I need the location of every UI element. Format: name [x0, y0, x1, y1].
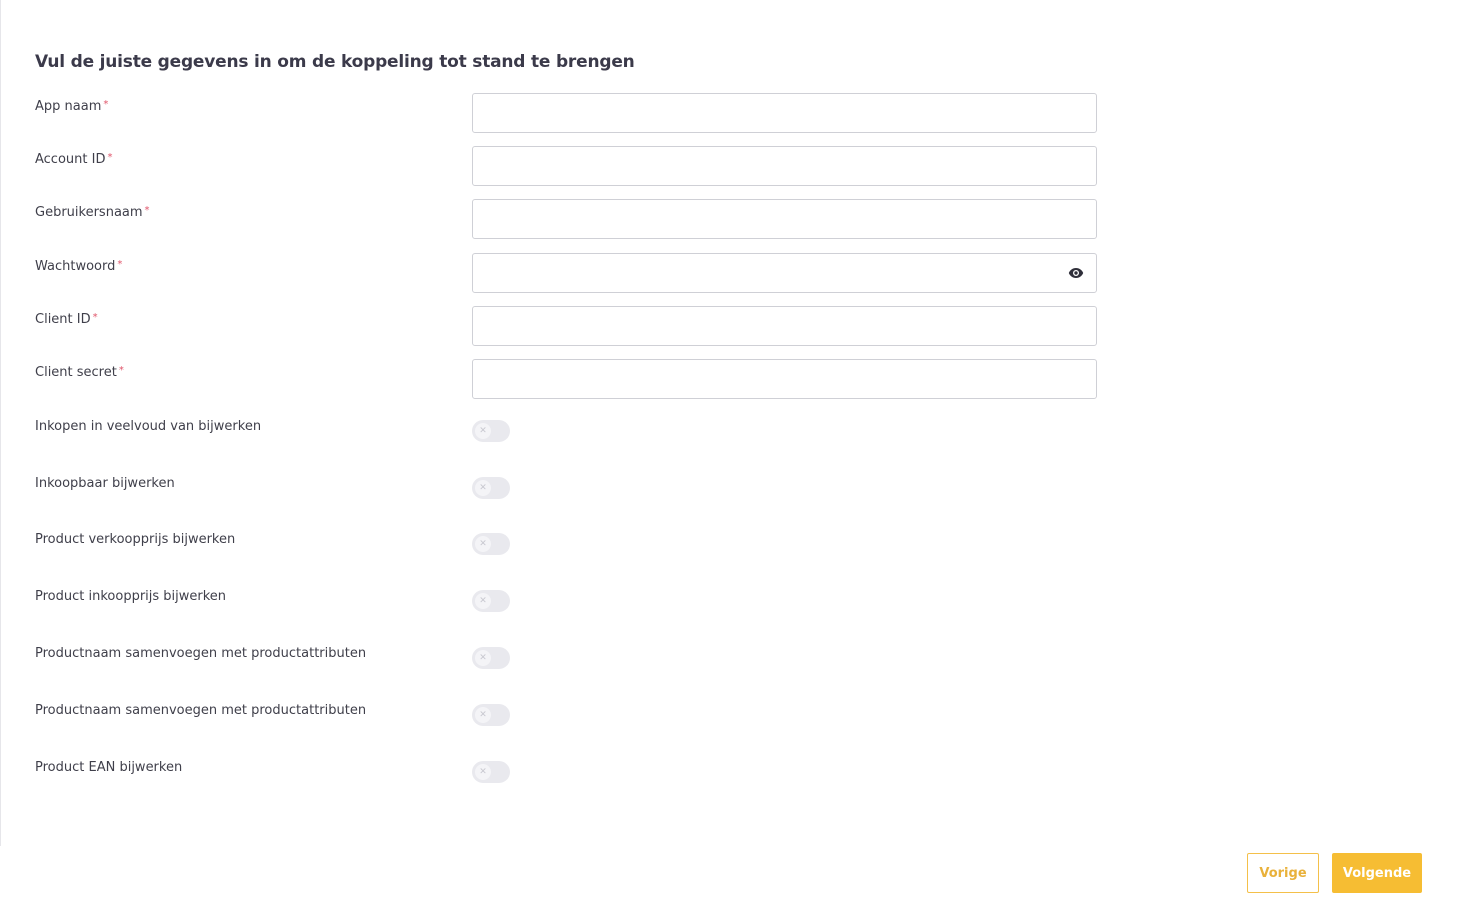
close-icon: ✕ — [475, 707, 491, 723]
close-icon: ✕ — [475, 480, 491, 496]
required-marker: * — [92, 312, 98, 323]
eye-icon[interactable] — [1067, 264, 1085, 282]
toggle-label: Product EAN bijwerken — [35, 760, 183, 775]
gebruikersnaam-input[interactable] — [472, 199, 1097, 239]
required-marker: * — [103, 99, 109, 110]
toggle-switch[interactable]: ✕ — [472, 647, 510, 669]
field-label: App naam * — [35, 99, 108, 114]
field-label-text: Wachtwoord — [35, 259, 116, 274]
app-naam-input[interactable] — [472, 93, 1097, 133]
toggle-switch[interactable]: ✕ — [472, 477, 510, 499]
page: Vul de juiste gegevens in om de koppelin… — [0, 0, 1466, 906]
close-icon: ✕ — [475, 764, 491, 780]
field-label-text: App naam — [35, 99, 102, 114]
toggle-label: Productnaam samenvoegen met productattri… — [35, 703, 367, 718]
close-icon: ✕ — [475, 423, 491, 439]
field-label: Client secret * — [35, 365, 124, 380]
toggle-label: Inkoopbaar bijwerken — [35, 476, 175, 491]
toggle-switch[interactable]: ✕ — [472, 590, 510, 612]
field-label: Gebruikersnaam * — [35, 205, 150, 220]
field-label: Wachtwoord * — [35, 259, 122, 274]
toggle-label: Product inkoopprijs bijwerken — [35, 589, 227, 604]
toggle-switch[interactable]: ✕ — [472, 420, 510, 442]
form-title: Vul de juiste gegevens in om de koppelin… — [35, 52, 635, 72]
client-id-input[interactable] — [472, 306, 1097, 346]
close-icon: ✕ — [475, 650, 491, 666]
toggle-switch[interactable]: ✕ — [472, 704, 510, 726]
wachtwoord-input[interactable] — [472, 253, 1097, 293]
field-label-text: Client ID — [35, 312, 91, 327]
field-label-text: Account ID — [35, 152, 106, 167]
toggle-label: Productnaam samenvoegen met productattri… — [35, 646, 367, 661]
next-button[interactable]: Volgende — [1332, 853, 1422, 893]
required-marker: * — [117, 259, 123, 270]
required-marker: * — [107, 152, 113, 163]
close-icon: ✕ — [475, 593, 491, 609]
toggle-switch[interactable]: ✕ — [472, 761, 510, 783]
field-label-text: Gebruikersnaam — [35, 205, 143, 220]
left-divider — [0, 0, 1, 846]
previous-button[interactable]: Vorige — [1247, 853, 1319, 893]
field-label: Account ID * — [35, 152, 112, 167]
client-secret-input[interactable] — [472, 359, 1097, 399]
field-label: Client ID * — [35, 312, 98, 327]
field-label-text: Client secret — [35, 365, 117, 380]
required-marker: * — [144, 205, 150, 216]
required-marker: * — [118, 365, 124, 376]
toggle-switch[interactable]: ✕ — [472, 533, 510, 555]
close-icon: ✕ — [475, 536, 491, 552]
toggle-label: Inkopen in veelvoud van bijwerken — [35, 419, 262, 434]
account-id-input[interactable] — [472, 146, 1097, 186]
toggle-label: Product verkoopprijs bijwerken — [35, 532, 236, 547]
